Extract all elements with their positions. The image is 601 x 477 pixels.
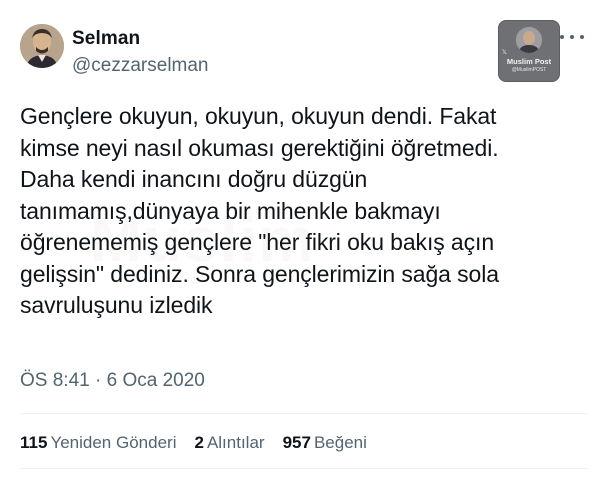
retweets-label: Yeniden Gönderi: [50, 433, 177, 452]
x-logo-icon: 𝕏: [502, 50, 507, 56]
quotes-stat[interactable]: 2 Alıntılar: [194, 431, 264, 455]
tweet-line: tanımamış,dünyaya bir mihenkle bakmayı: [20, 197, 441, 224]
tweet-line: gelişsin" dediniz. Sonra gençlerimizin s…: [20, 260, 499, 287]
avatar-portrait: [20, 24, 64, 68]
user-info[interactable]: Selman @cezzarselman: [72, 28, 209, 77]
tweet-line: kimse neyi nasıl okuması gerektiğini öğr…: [20, 134, 499, 161]
tweet-timestamp[interactable]: ÖS 8:41 · 6 Oca 2020: [20, 369, 205, 393]
tweet-text: Gençlere okuyun, okuyun, okuyun dendi. F…: [20, 101, 590, 322]
badge-subtitle: @MuslimPOST: [511, 67, 547, 73]
retweets-count: 115: [20, 433, 48, 452]
tweet-line: Daha kendi inancını doğru düzgün: [20, 166, 368, 192]
tweet-line: Gençlere okuyun, okuyun, okuyun dendi. F…: [20, 103, 497, 129]
likes-stat[interactable]: 957 Beğeni: [283, 431, 367, 455]
tweet-line: savruluşunu izledik: [20, 292, 213, 318]
likes-count: 957: [282, 433, 311, 452]
divider: [20, 413, 588, 414]
likes-label: Beğeni: [313, 433, 367, 452]
engagement-stats: 115 Yeniden Gönderi 2 Alıntılar 957 Beğeni: [20, 431, 367, 455]
quotes-count: 2: [194, 433, 204, 452]
display-name[interactable]: Selman: [72, 28, 209, 50]
avatar[interactable]: [20, 24, 64, 68]
more-options-icon[interactable]: [560, 30, 584, 44]
muslim-post-badge: 𝕏 Muslim Post @MuslimPOST: [498, 20, 560, 82]
quotes-label: Alıntılar: [206, 433, 265, 452]
tweet-line: öğrenememiş gençlere "her fikri oku bakı…: [20, 229, 495, 255]
divider: [20, 468, 588, 469]
user-handle[interactable]: @cezzarselman: [72, 55, 209, 77]
retweets-stat[interactable]: 115 Yeniden Gönderi: [20, 431, 176, 455]
badge-portrait: [516, 27, 542, 53]
badge-title: Muslim Post: [506, 57, 552, 66]
